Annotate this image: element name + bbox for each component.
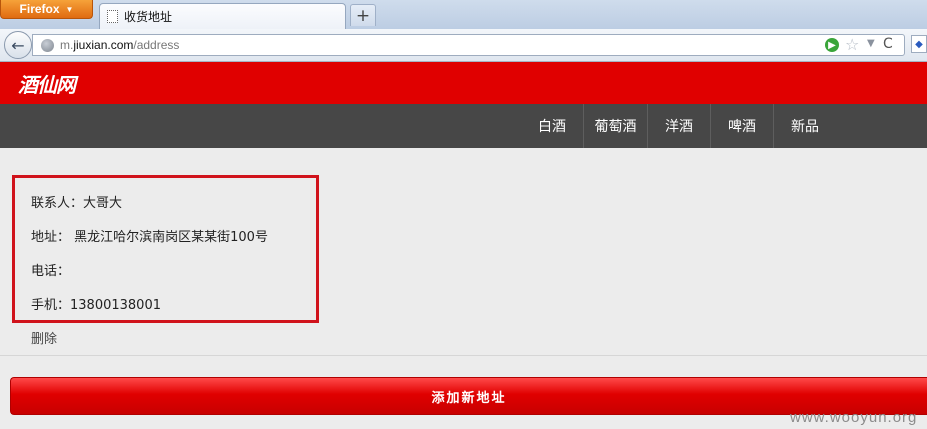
page-icon [107, 10, 118, 23]
nav-item-new[interactable]: 新品 [773, 104, 836, 148]
browser-tab-bar: Firefox ▼ 收货地址 + [0, 0, 927, 29]
url-text[interactable]: m.jiuxian.com/address [60, 38, 179, 52]
address-phone: 电话： [31, 264, 71, 279]
watermark: www.wooyun.org [790, 409, 918, 426]
reload-icon[interactable]: C [883, 36, 893, 52]
firefox-menu-label: Firefox [19, 2, 60, 16]
address-mobile: 手机：13800138001 [31, 298, 161, 313]
bookmark-star-icon[interactable]: ☆ [845, 35, 859, 54]
url-domain: jiuxian.com [73, 38, 134, 52]
back-button[interactable]: ← [4, 31, 32, 59]
url-path: /address [133, 38, 180, 52]
url-prefix: m. [60, 38, 74, 52]
nav-item-wine[interactable]: 葡萄酒 [583, 104, 647, 148]
nav-item-spirits[interactable]: 洋酒 [647, 104, 710, 148]
back-arrow-icon: ← [11, 35, 25, 55]
url-bar[interactable]: m.jiuxian.com/address ▶ ☆ ▼ C [32, 34, 905, 56]
delete-address-link[interactable]: 删除 [31, 328, 57, 347]
search-engine-icon[interactable]: ◆ [911, 35, 927, 53]
tab-title: 收货地址 [124, 10, 173, 24]
go-icon[interactable]: ▶ [825, 38, 839, 52]
chevron-down-icon: ▼ [65, 4, 74, 14]
new-tab-button[interactable]: + [350, 4, 376, 26]
address-contact: 联系人：大哥大 [31, 196, 123, 211]
nav-item-baijiu[interactable]: 白酒 [521, 104, 583, 148]
divider [0, 355, 927, 356]
firefox-menu-button[interactable]: Firefox ▼ [0, 0, 93, 19]
site-header: 酒仙网 [0, 62, 927, 104]
site-logo[interactable]: 酒仙网 [18, 69, 76, 98]
address-detail: 地址： 黑龙江哈尔滨南岗区某某街100号 [31, 230, 268, 245]
plus-icon: + [355, 5, 371, 26]
nav-item-beer[interactable]: 啤酒 [710, 104, 773, 148]
browser-nav-bar: ← m.jiuxian.com/address ▶ ☆ ▼ C ◆ [0, 29, 927, 62]
history-dropdown-icon[interactable]: ▼ [867, 38, 875, 49]
tab-address[interactable]: 收货地址 [99, 3, 346, 29]
category-nav: 白酒 葡萄酒 洋酒 啤酒 新品 [0, 104, 927, 148]
globe-icon [41, 39, 54, 52]
